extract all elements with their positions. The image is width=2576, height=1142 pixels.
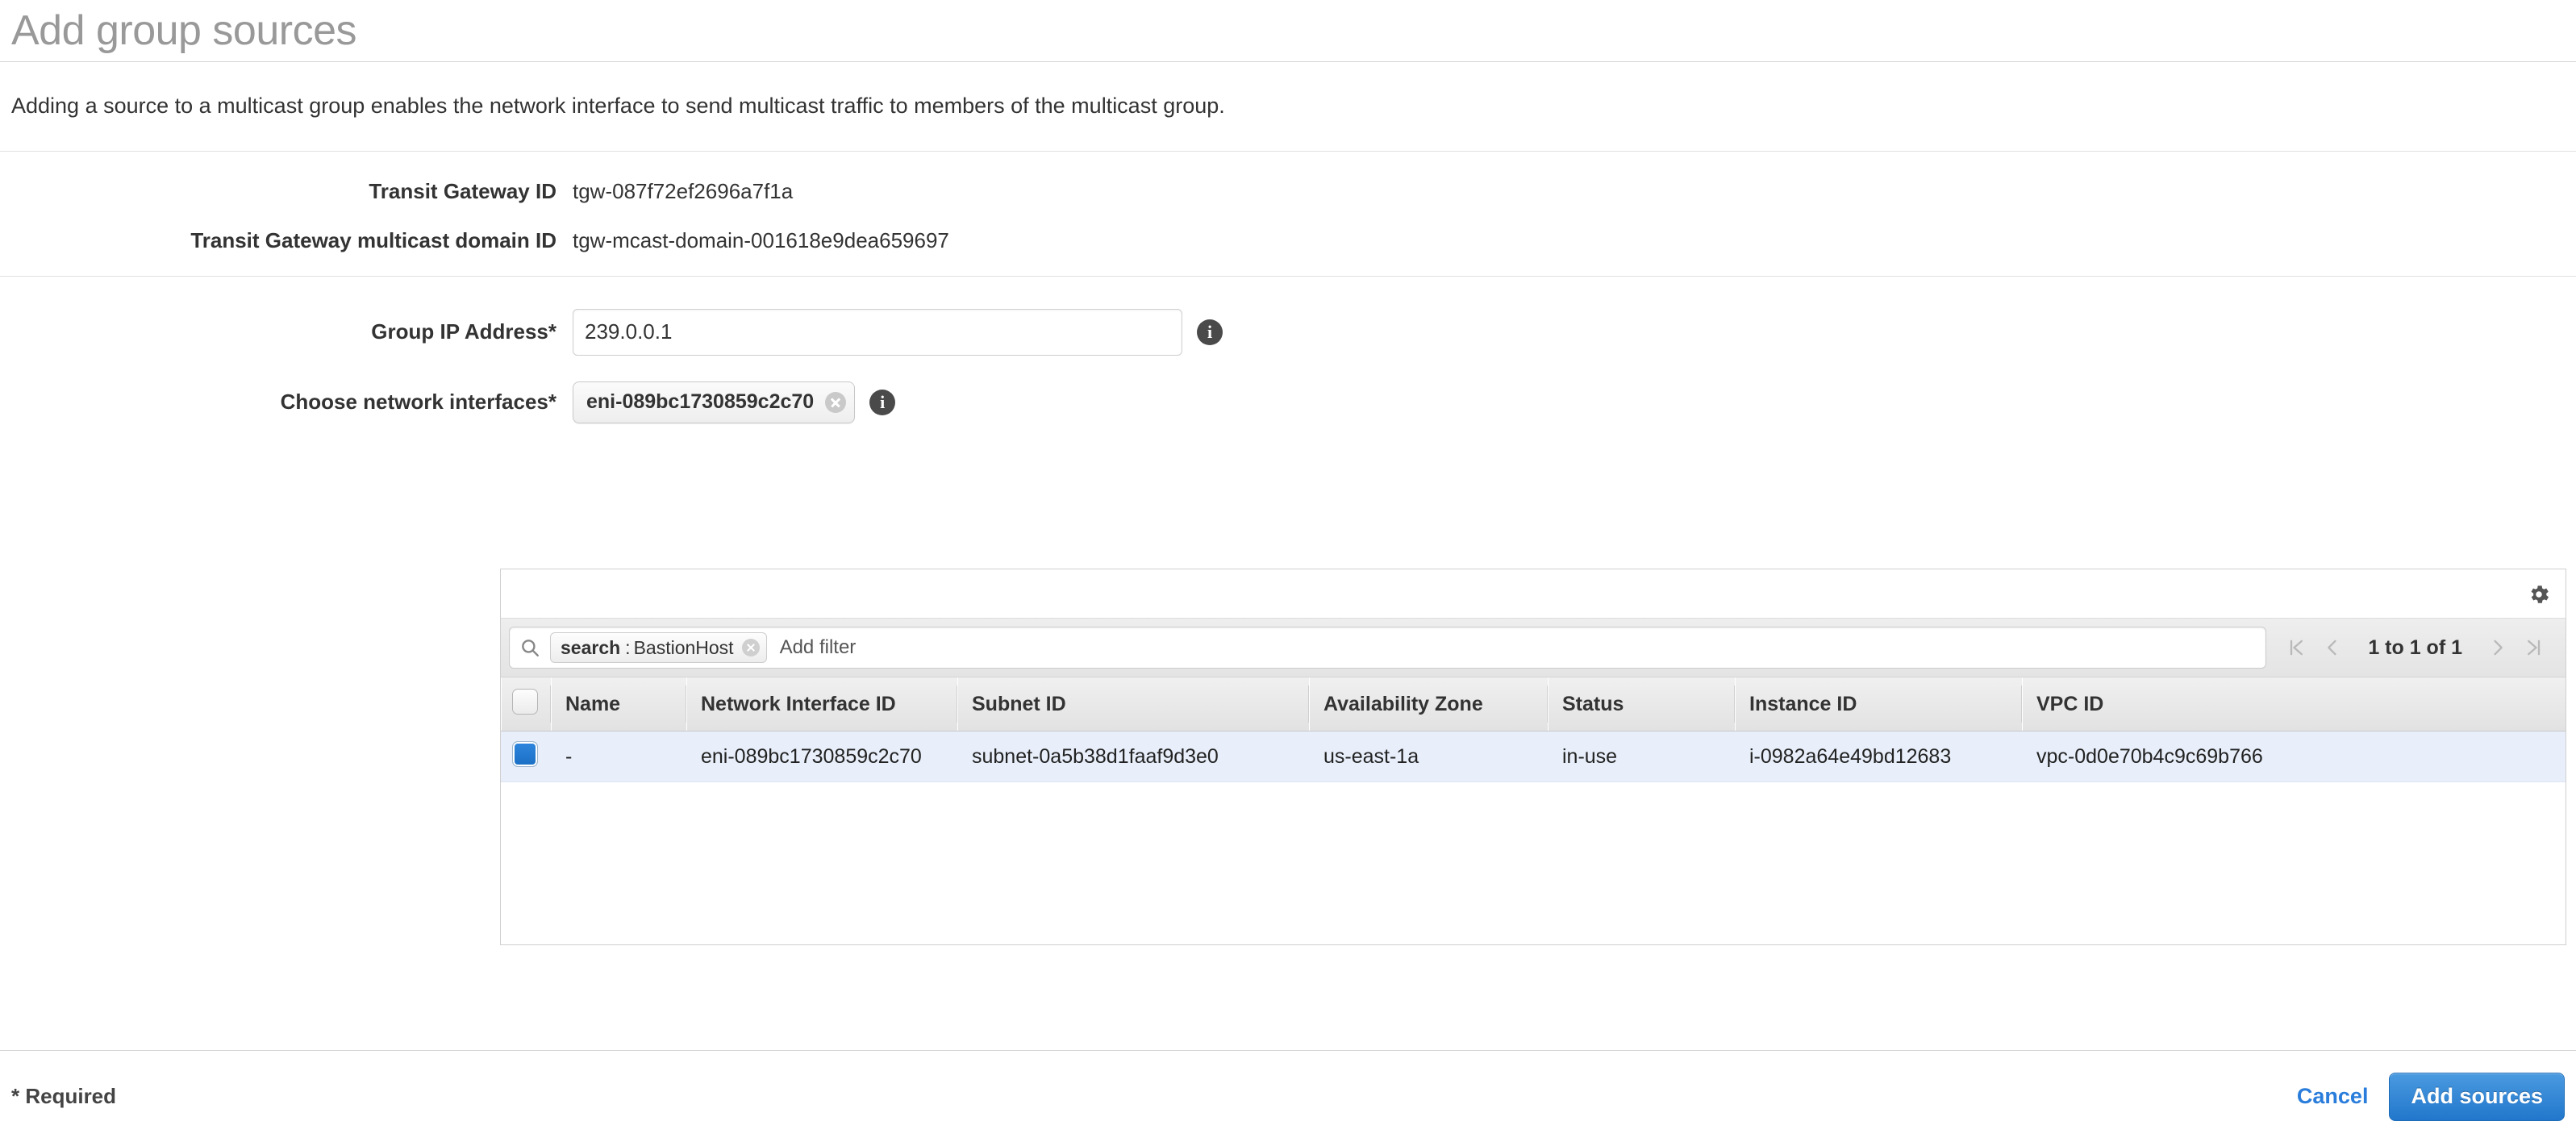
transit-gateway-id-value: tgw-087f72ef2696a7f1a bbox=[573, 178, 794, 203]
transit-gateway-id-label: Transit Gateway ID bbox=[369, 178, 556, 203]
multicast-domain-id-value: tgw-mcast-domain-001618e9dea659697 bbox=[573, 227, 949, 252]
multicast-domain-id-label: Transit Gateway multicast domain ID bbox=[190, 227, 556, 252]
page-title: Add group sources bbox=[11, 7, 357, 54]
cell-availability-zone: us-east-1a bbox=[1309, 731, 1548, 782]
group-ip-row: Group IP Address* i bbox=[0, 308, 2576, 356]
cell-instance-id: i-0982a64e49bd12683 bbox=[1735, 731, 2022, 782]
group-ip-label: Group IP Address* bbox=[371, 319, 556, 344]
previous-page-icon[interactable] bbox=[2315, 630, 2350, 665]
close-circle-icon[interactable] bbox=[825, 391, 847, 413]
column-header-subnet-id[interactable]: Subnet ID bbox=[957, 677, 1309, 731]
search-input[interactable]: search : BastionHost Add filter bbox=[509, 627, 2267, 669]
cell-network-interface-id: eni-089bc1730859c2c70 bbox=[686, 731, 957, 782]
next-page-icon[interactable] bbox=[2480, 630, 2516, 665]
column-header-network-interface-id[interactable]: Network Interface ID bbox=[686, 677, 957, 731]
form-section: Group IP Address* i Choose network inter… bbox=[0, 277, 2576, 423]
cell-status: in-use bbox=[1548, 731, 1735, 782]
info-icon[interactable]: i bbox=[869, 389, 896, 415]
panel-toolbar bbox=[501, 569, 2566, 618]
search-filter-token[interactable]: search : BastionHost bbox=[550, 632, 767, 663]
network-interfaces-label: Choose network interfaces* bbox=[280, 390, 556, 415]
pagination: 1 to 1 of 1 bbox=[2279, 630, 2559, 665]
table-row[interactable]: - eni-089bc1730859c2c70 subnet-0a5b38d1f… bbox=[501, 731, 2566, 782]
search-icon bbox=[519, 637, 540, 658]
add-sources-button[interactable]: Add sources bbox=[2389, 1072, 2565, 1121]
cell-vpc-id: vpc-0d0e70b4c9c69b766 bbox=[2022, 731, 2566, 782]
search-filter-key: search bbox=[561, 636, 621, 658]
network-interface-token[interactable]: eni-089bc1730859c2c70 bbox=[573, 381, 856, 423]
search-filter-value: BastionHost bbox=[633, 636, 734, 658]
network-interfaces-row: Choose network interfaces* eni-089bc1730… bbox=[0, 381, 2576, 423]
gear-icon[interactable] bbox=[2527, 582, 2551, 606]
cancel-button[interactable]: Cancel bbox=[2297, 1084, 2369, 1109]
info-icon[interactable]: i bbox=[1197, 319, 1223, 345]
row-checkbox[interactable] bbox=[512, 740, 538, 767]
cell-name: - bbox=[551, 731, 686, 782]
column-header-status[interactable]: Status bbox=[1548, 677, 1735, 731]
detail-row-multicast-domain-id: Transit Gateway multicast domain ID tgw-… bbox=[0, 228, 2576, 253]
footer-actions: Cancel Add sources bbox=[2297, 1072, 2565, 1121]
first-page-icon[interactable] bbox=[2279, 630, 2315, 665]
row-select-cell[interactable] bbox=[501, 731, 551, 782]
column-header-availability-zone[interactable]: Availability Zone bbox=[1309, 677, 1548, 731]
add-filter-placeholder: Add filter bbox=[779, 636, 857, 658]
select-all-checkbox[interactable] bbox=[512, 688, 538, 715]
required-note: * Required bbox=[11, 1084, 117, 1108]
filter-bar: search : BastionHost Add filter 1 to 1 o… bbox=[501, 618, 2566, 677]
footer-bar: * Required Cancel Add sources bbox=[0, 1050, 2576, 1142]
page-description: Adding a source to a multicast group ena… bbox=[11, 94, 1225, 118]
column-header-instance-id[interactable]: Instance ID bbox=[1735, 677, 2022, 731]
table-header-row: Name Network Interface ID Subnet ID Avai… bbox=[501, 677, 2566, 731]
column-header-name[interactable]: Name bbox=[551, 677, 686, 731]
network-interfaces-panel: search : BastionHost Add filter 1 to 1 o… bbox=[500, 569, 2566, 945]
close-circle-icon[interactable] bbox=[741, 639, 760, 656]
network-interface-token-label: eni-089bc1730859c2c70 bbox=[586, 390, 815, 414]
detail-row-transit-gateway-id: Transit Gateway ID tgw-087f72ef2696a7f1a bbox=[0, 179, 2576, 204]
search-filter-separator: : bbox=[625, 636, 631, 658]
network-interfaces-table: Name Network Interface ID Subnet ID Avai… bbox=[501, 677, 2566, 782]
details-section: Transit Gateway ID tgw-087f72ef2696a7f1a… bbox=[0, 152, 2576, 276]
group-ip-input[interactable] bbox=[573, 308, 1182, 356]
last-page-icon[interactable] bbox=[2516, 630, 2551, 665]
pagination-label: 1 to 1 of 1 bbox=[2368, 636, 2462, 659]
column-header-vpc-id[interactable]: VPC ID bbox=[2022, 677, 2566, 731]
cell-subnet-id: subnet-0a5b38d1faaf9d3e0 bbox=[957, 731, 1309, 782]
select-all-header[interactable] bbox=[501, 677, 551, 731]
